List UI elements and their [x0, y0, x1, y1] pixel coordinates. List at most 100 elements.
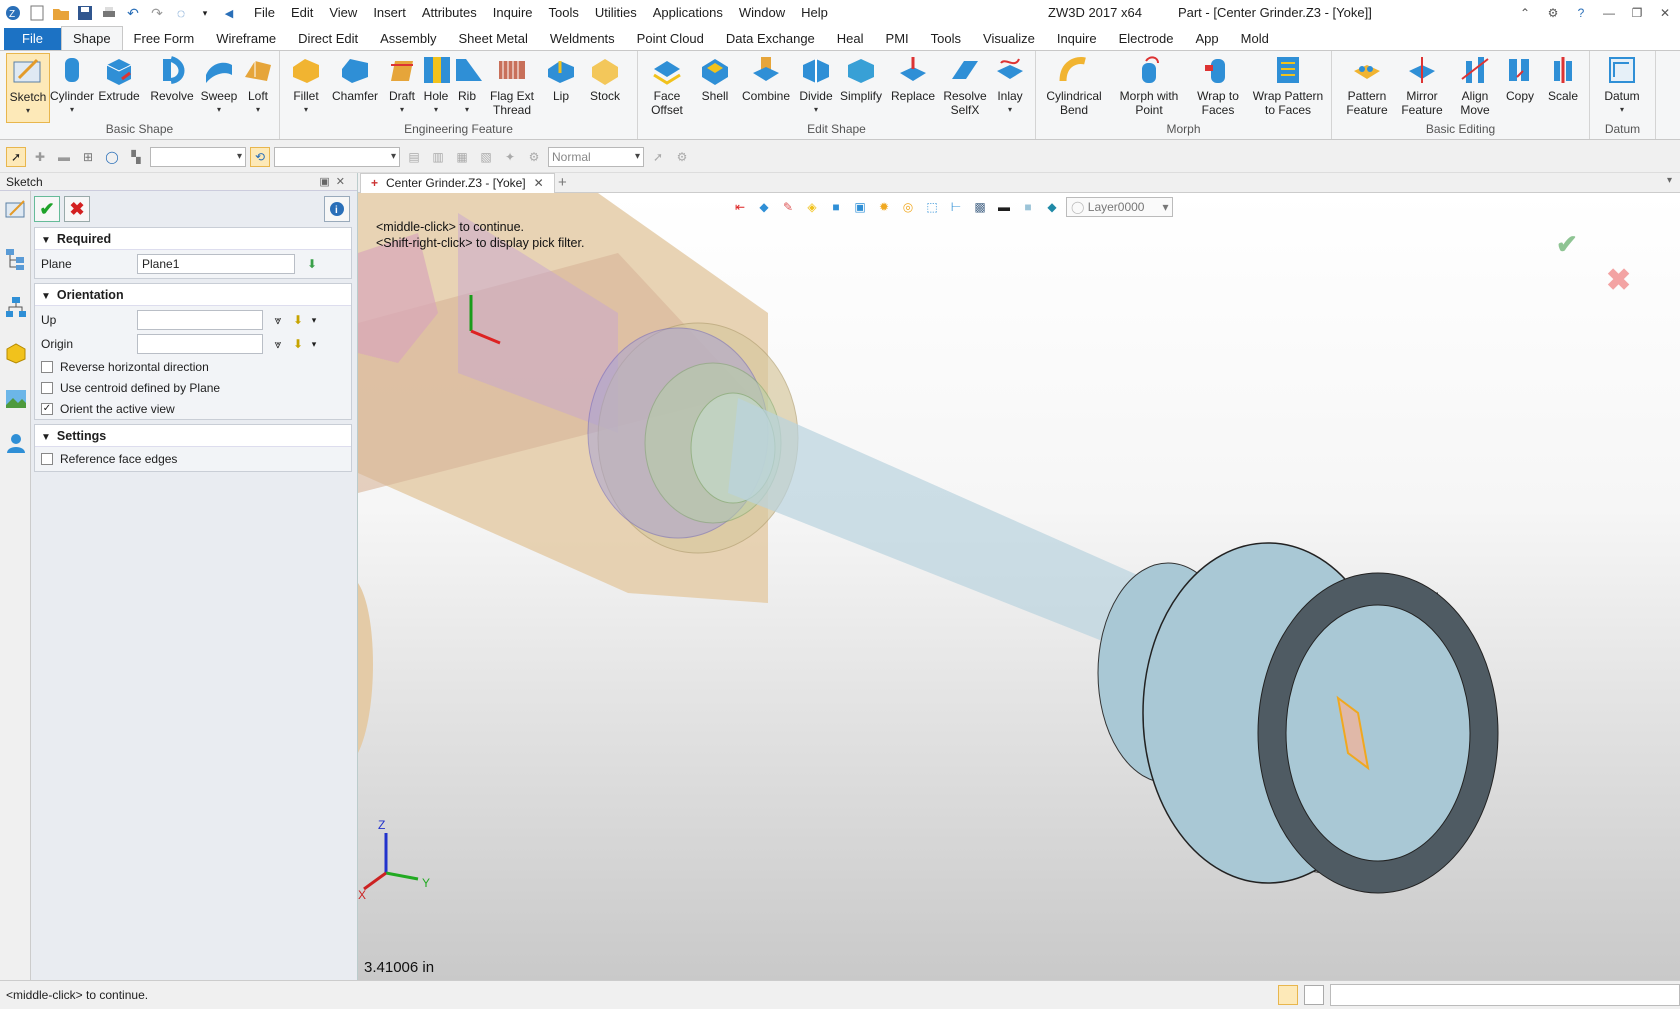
datum-button[interactable]: Datum ▾	[1598, 53, 1646, 117]
loft-dropdown-icon[interactable]: ▾	[240, 103, 276, 117]
fillet-dropdown-icon[interactable]: ▾	[286, 103, 326, 117]
back-arrow-icon[interactable]: ◀	[220, 4, 238, 22]
cylinder-button[interactable]: Cylinder ▾	[50, 53, 94, 117]
tab-electrode[interactable]: Electrode	[1108, 28, 1185, 50]
layer-selector[interactable]: ◯ Layer0000	[1066, 197, 1174, 217]
up-dropdown-icon[interactable]: ▾	[305, 311, 323, 329]
cube-view-icon[interactable]: ◈	[802, 198, 822, 216]
tab-shape[interactable]: Shape	[60, 26, 123, 50]
panel-close-icon[interactable]: ✕	[336, 176, 351, 188]
snap-combo[interactable]	[274, 146, 400, 167]
restore-icon[interactable]: ❐	[1626, 4, 1648, 22]
add-plus-icon[interactable]: ✚	[30, 147, 50, 167]
copy-button[interactable]: Copy	[1500, 53, 1540, 103]
spread-tool-icon[interactable]: ▧	[476, 147, 496, 167]
ribbon-collapse-icon[interactable]: ⌃	[1514, 4, 1536, 22]
divide-button[interactable]: Divide ▾	[796, 53, 836, 117]
close-icon[interactable]: ✕	[1654, 4, 1676, 22]
checkbox-box[interactable]	[41, 381, 53, 394]
orient-view-checkbox[interactable]: ✓ Orient the active view	[35, 398, 351, 419]
print-icon[interactable]	[100, 4, 118, 22]
inlay-button[interactable]: Inlay ▾	[992, 53, 1028, 117]
3d-viewport[interactable]: Z Y X ⇤ ◆ ✎ ◈ ■ ▣ ✹ ◎ ⬚ ⊢ ▩ ▬ ■ ◆ ◯ Laye…	[358, 193, 1680, 980]
reverse-horizontal-checkbox[interactable]: Reverse horizontal direction	[35, 356, 351, 377]
cursor-tool-icon[interactable]: ➚	[648, 147, 668, 167]
mirror-feature-button[interactable]: Mirror Feature	[1394, 53, 1450, 117]
scale-button[interactable]: Scale	[1542, 53, 1584, 103]
up-field[interactable]	[137, 310, 263, 330]
tab-wireframe[interactable]: Wireframe	[205, 28, 287, 50]
sketch-button[interactable]: Sketch ▾	[6, 53, 50, 123]
selection-filter-icon[interactable]: ◌	[172, 4, 190, 22]
history-tree-icon[interactable]	[4, 247, 28, 271]
tab-visualize[interactable]: Visualize	[972, 28, 1046, 50]
assembly-tree-icon[interactable]	[4, 295, 28, 319]
rib-dropdown-icon[interactable]: ▾	[452, 103, 482, 117]
menu-help[interactable]: Help	[793, 0, 836, 26]
menu-inquire[interactable]: Inquire	[485, 0, 541, 26]
shaded-view-icon[interactable]: ■	[826, 198, 846, 216]
help-icon[interactable]: ?	[1570, 4, 1592, 22]
up-expand-chevron-icon[interactable]: ⩔	[269, 311, 287, 329]
eraser-icon[interactable]: ✎	[778, 198, 798, 216]
draft-dropdown-icon[interactable]: ▾	[384, 103, 420, 117]
shell-button[interactable]: Shell	[694, 53, 736, 103]
distribute-tool-icon[interactable]: ▥	[428, 147, 448, 167]
resolve-selfx-button[interactable]: Resolve SelfX	[940, 53, 990, 117]
settings-tool-icon[interactable]: ⚙	[672, 147, 692, 167]
cylinder-dropdown-icon[interactable]: ▾	[50, 103, 94, 117]
sketch-history-icon[interactable]	[4, 197, 28, 221]
info-button[interactable]: i	[324, 196, 350, 222]
menu-attributes[interactable]: Attributes	[414, 0, 485, 26]
new-tab-icon[interactable]: +	[558, 173, 567, 193]
color-swatch-icon[interactable]: ■	[1018, 198, 1038, 216]
plane-pick-icon[interactable]: ⬇	[303, 255, 321, 273]
hole-dropdown-icon[interactable]: ▾	[420, 103, 452, 117]
render-gear-icon[interactable]: ⚙	[524, 147, 544, 167]
section-required-header[interactable]: ▼ Required	[35, 228, 351, 250]
chamfer-button[interactable]: Chamfer	[328, 53, 382, 103]
origin-dropdown-icon[interactable]: ▾	[305, 335, 323, 353]
qat-chevron-down-icon[interactable]: ▾	[196, 4, 214, 22]
checkbox-box[interactable]	[41, 453, 53, 465]
wrap-pattern-to-faces-button[interactable]: Wrap Pattern to Faces	[1248, 53, 1328, 117]
ok-button[interactable]: ✔	[34, 196, 60, 222]
stack-tool-icon[interactable]: ▦	[452, 147, 472, 167]
pin-tool-icon[interactable]: ✦	[500, 147, 520, 167]
tab-direct-edit[interactable]: Direct Edit	[287, 28, 369, 50]
tab-inquire[interactable]: Inquire	[1046, 28, 1108, 50]
menu-view[interactable]: View	[321, 0, 365, 26]
sweep-dropdown-icon[interactable]: ▾	[198, 103, 240, 117]
align-move-button[interactable]: Align Move	[1452, 53, 1498, 117]
tab-data-exchange[interactable]: Data Exchange	[715, 28, 826, 50]
view-orient-icon[interactable]: ◆	[754, 198, 774, 216]
origin-expand-chevron-icon[interactable]: ⩔	[269, 335, 287, 353]
face-offset-button[interactable]: Face Offset	[642, 53, 692, 117]
document-tab[interactable]: + Center Grinder.Z3 - [Yoke] ✕	[360, 173, 555, 193]
use-centroid-checkbox[interactable]: Use centroid defined by Plane	[35, 377, 351, 398]
combine-button[interactable]: Combine	[738, 53, 794, 103]
replace-button[interactable]: Replace	[888, 53, 938, 103]
minimize-icon[interactable]: —	[1598, 4, 1620, 22]
draft-button[interactable]: Draft ▾	[384, 53, 420, 117]
open-folder-icon[interactable]	[52, 4, 70, 22]
app-logo-icon[interactable]: Z	[4, 4, 22, 22]
rib-button[interactable]: Rib ▾	[452, 53, 482, 117]
tab-file[interactable]: File	[4, 28, 61, 50]
align-tool-icon[interactable]: ▤	[404, 147, 424, 167]
simplify-button[interactable]: Simplify	[836, 53, 886, 103]
menu-file[interactable]: File	[246, 0, 283, 26]
inlay-dropdown-icon[interactable]: ▾	[992, 103, 1028, 117]
tab-mold[interactable]: Mold	[1230, 28, 1280, 50]
tab-tools[interactable]: Tools	[920, 28, 972, 50]
checkbox-box[interactable]	[41, 360, 53, 373]
panel-pin-icon[interactable]: ▣	[319, 176, 335, 188]
tab-close-icon[interactable]: ✕	[534, 174, 544, 193]
sweep-button[interactable]: Sweep ▾	[198, 53, 240, 117]
layers-icon[interactable]: ◆	[1042, 198, 1062, 216]
flag-ext-thread-button[interactable]: Flag Ext Thread	[484, 53, 540, 117]
tab-point-cloud[interactable]: Point Cloud	[626, 28, 715, 50]
section-view-icon[interactable]: ✹	[874, 198, 894, 216]
extrude-button[interactable]: Extrude	[96, 53, 142, 103]
hole-button[interactable]: Hole ▾	[420, 53, 452, 117]
